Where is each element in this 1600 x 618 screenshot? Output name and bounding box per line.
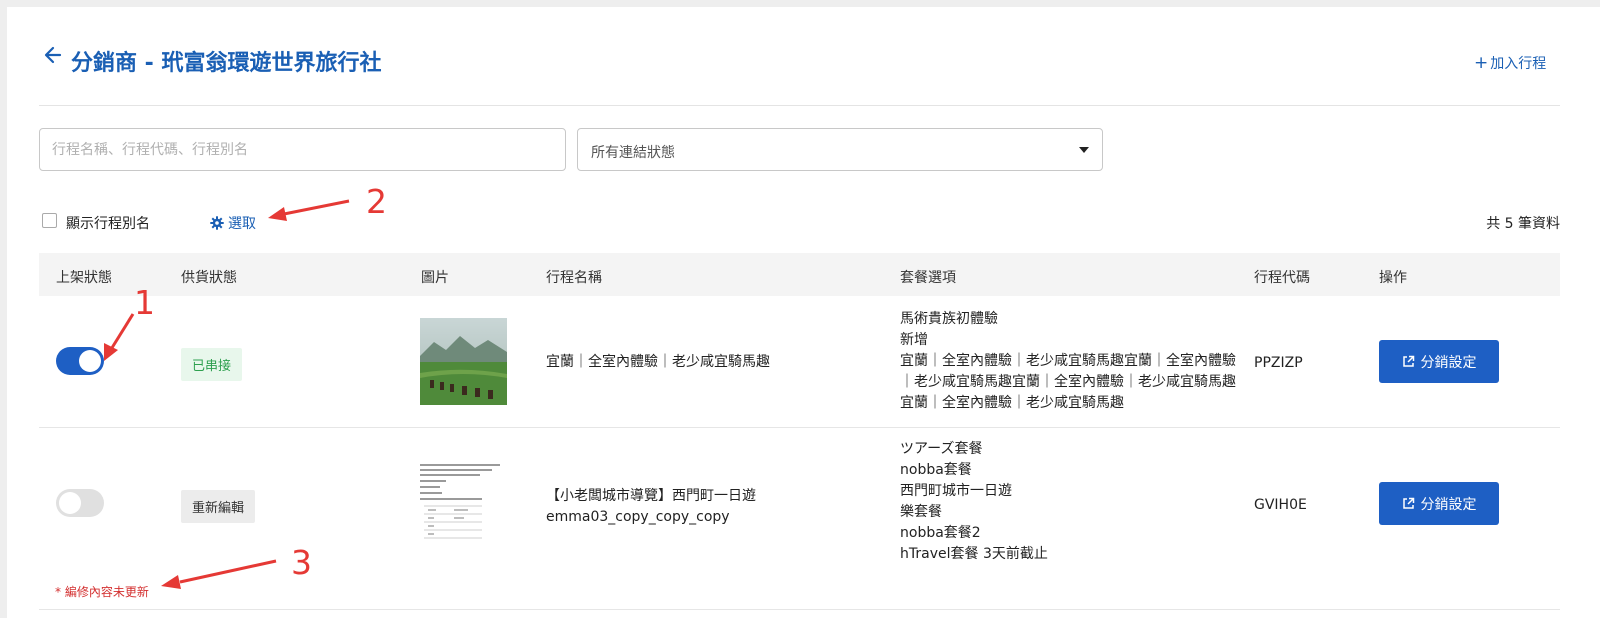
package-item: 馬術貴族初體驗	[900, 311, 998, 327]
package-item: ツアーズ套餐	[900, 441, 983, 457]
toggle-knob	[59, 492, 81, 514]
package-item: 樂套餐	[900, 504, 942, 520]
back-arrow-icon[interactable]	[42, 44, 64, 66]
add-trip-button[interactable]: + 加入行程	[1474, 53, 1546, 73]
toggle-knob	[79, 350, 101, 372]
annotation-number: 1	[134, 283, 155, 322]
show-alias-checkbox[interactable]	[42, 213, 57, 228]
table-header: 上架狀態 供貨狀態 圖片 行程名稱 套餐選項 行程代碼 操作	[39, 253, 1560, 296]
page-title: 分銷商 - 玳富翁環遊世界旅行社	[71, 45, 381, 77]
total-count: 共 5 筆資料	[1486, 216, 1560, 232]
header-actions: 操作	[1379, 270, 1407, 286]
distribution-settings-label: 分銷設定	[1420, 354, 1477, 371]
external-link-icon	[1402, 355, 1414, 367]
supply-status-badge: 已串接	[181, 348, 243, 381]
header-image: 圖片	[421, 270, 449, 286]
link-status-value: 所有連結狀態	[591, 145, 675, 161]
trip-name: 【小老闆城市導覽】西門町一日遊 emma03_copy_copy_copy	[546, 486, 756, 528]
row-divider	[39, 427, 1560, 428]
title-company: 玳富翁環遊世界旅行社	[161, 51, 382, 76]
package-item: nobba套餐	[900, 462, 972, 478]
show-alias-label: 顯示行程別名	[66, 216, 150, 232]
annotation-number: 2	[366, 182, 387, 221]
package-options: ツアーズ套餐 nobba套餐 西門町城市一日遊 樂套餐 nobba套餐2 hTr…	[900, 439, 1240, 565]
package-item: 西門町城市一日遊	[900, 483, 1012, 499]
trip-name: 宜蘭｜全室內體驗｜老少咸宜騎馬趣	[546, 354, 770, 370]
distribution-settings-button[interactable]: 分銷設定	[1379, 340, 1499, 383]
title-separator: -	[137, 51, 162, 76]
package-options: 馬術貴族初體驗 新增 宜蘭｜全室內體驗｜老少咸宜騎馬趣宜蘭｜全室內體驗｜老少咸宜…	[900, 309, 1240, 414]
select-columns-label: 選取	[228, 216, 256, 232]
add-trip-label: 加入行程	[1490, 56, 1547, 72]
package-item: nobba套餐2	[900, 525, 981, 541]
header-divider	[39, 105, 1560, 106]
title-prefix: 分銷商	[71, 51, 138, 76]
distribution-settings-label: 分銷設定	[1420, 496, 1477, 513]
header-supply-status: 供貨狀態	[181, 270, 237, 286]
package-item: 宜蘭｜全室內體驗｜老少咸宜騎馬趣宜蘭｜全室內體驗｜老少咸宜騎馬趣宜蘭｜全室內體驗…	[900, 353, 1236, 411]
gear-icon	[210, 216, 224, 230]
supply-status-badge: 重新編輯	[181, 490, 256, 523]
publish-toggle[interactable]	[56, 347, 104, 375]
distribution-settings-button[interactable]: 分銷設定	[1379, 482, 1499, 525]
row-divider	[39, 609, 1560, 610]
trip-thumbnail	[420, 318, 507, 405]
select-columns-button[interactable]: 選取	[210, 213, 256, 233]
header-publish-status: 上架狀態	[56, 270, 112, 286]
search-input[interactable]	[39, 128, 566, 171]
external-link-icon	[1402, 497, 1414, 509]
trip-name-alias: emma03_copy_copy_copy	[546, 509, 730, 525]
unsaved-edit-warning: * 編修內容未更新	[55, 585, 149, 599]
trip-thumbnail	[420, 460, 507, 547]
header-package-options: 套餐選項	[900, 270, 956, 286]
header-trip-name: 行程名稱	[546, 270, 602, 286]
main-card	[7, 7, 1600, 618]
header-trip-code: 行程代碼	[1254, 270, 1310, 286]
package-item: hTravel套餐 3天前截止	[900, 546, 1048, 562]
publish-toggle[interactable]	[56, 489, 104, 517]
trip-code: GVIH0E	[1254, 497, 1307, 513]
trip-code: PPZIZP	[1254, 355, 1303, 371]
trip-name-line: 【小老闆城市導覽】西門町一日遊	[546, 488, 756, 504]
annotation-number: 3	[291, 543, 312, 582]
link-status-select[interactable]: 所有連結狀態	[577, 128, 1103, 171]
package-item: 新增	[900, 332, 928, 348]
caret-down-icon	[1079, 147, 1089, 153]
plus-icon: +	[1474, 53, 1489, 73]
